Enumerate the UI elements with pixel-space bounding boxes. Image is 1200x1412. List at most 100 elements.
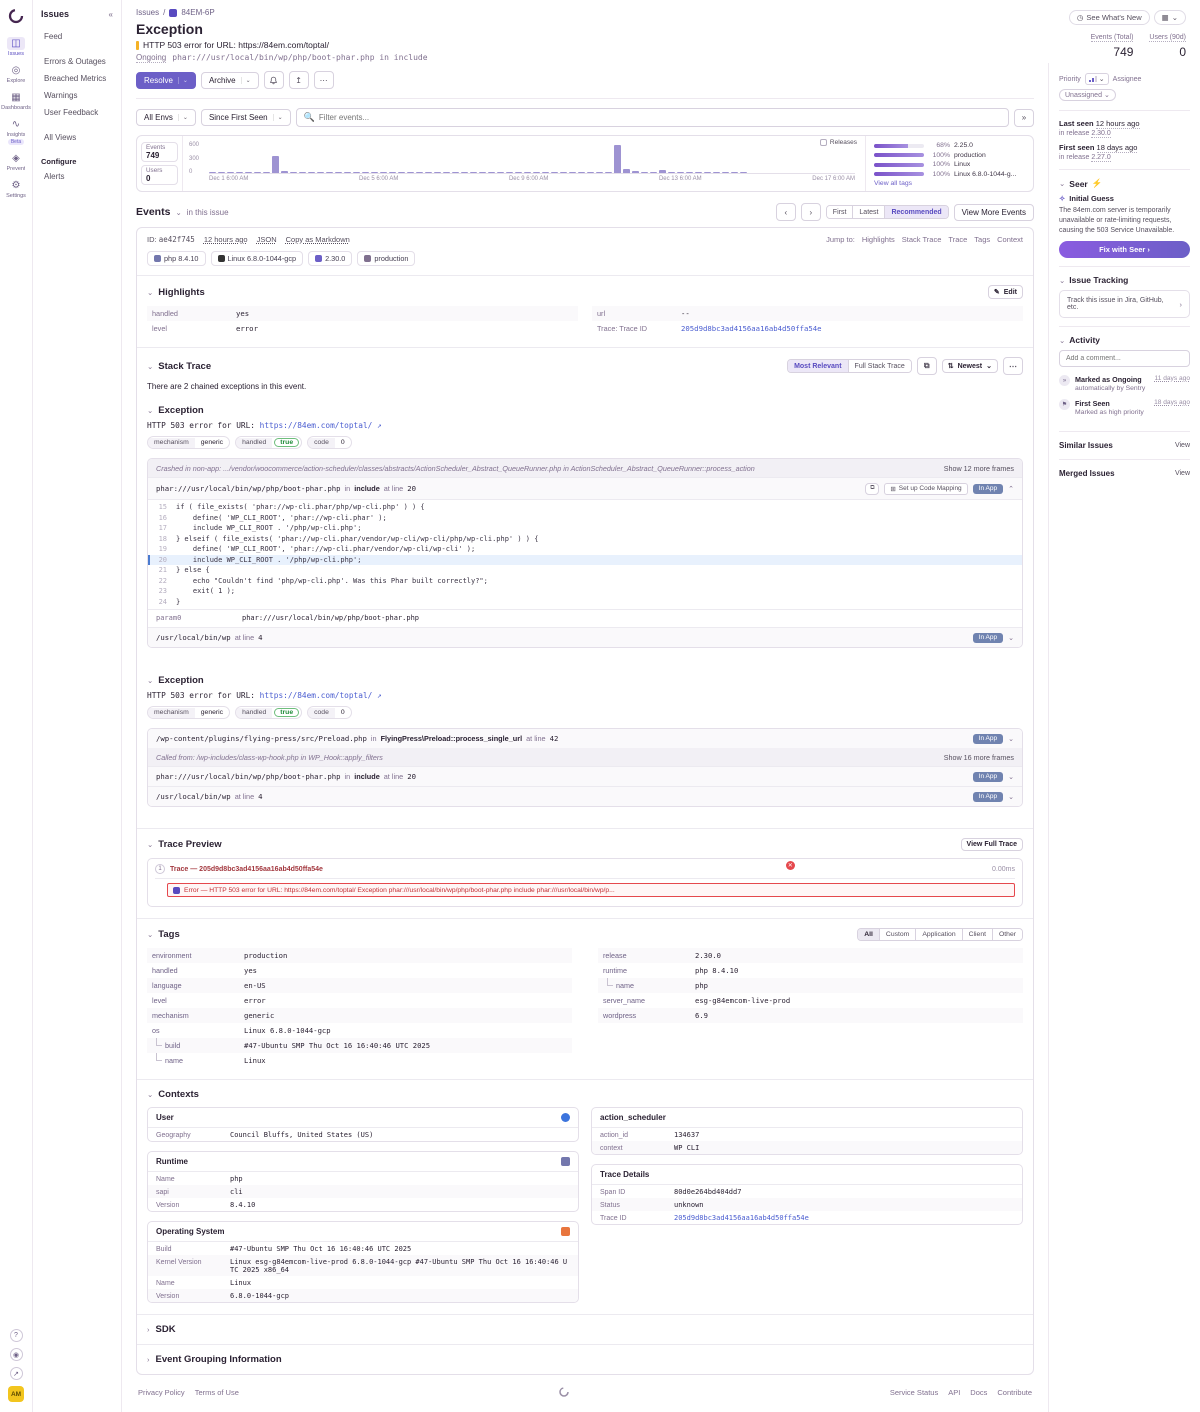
more-actions-button[interactable]: ⋯ xyxy=(314,71,334,89)
seer-header[interactable]: ⌄ Seer ⚡ xyxy=(1059,178,1190,189)
tag-row[interactable]: release2.30.0 xyxy=(598,948,1023,963)
chart-bar[interactable] xyxy=(308,172,315,173)
frame-row-boot-phar[interactable]: phar:///usr/local/bin/wp/php/boot-phar.p… xyxy=(148,766,1022,786)
chart-bar[interactable] xyxy=(641,172,648,173)
chart-bar[interactable] xyxy=(542,172,549,173)
chart-bar[interactable] xyxy=(677,172,684,173)
release-chip[interactable]: 2.30.0 xyxy=(308,251,352,266)
chart-bar[interactable] xyxy=(209,172,216,173)
sentry-logo[interactable] xyxy=(6,6,26,26)
expand-frame-icon[interactable]: ⌄ xyxy=(1008,634,1014,642)
tag-filter-client[interactable]: Client xyxy=(962,929,992,940)
crashed-nonapp-row[interactable]: Crashed in non-app: .../vendor/woocommer… xyxy=(148,459,1022,477)
fix-with-seer-button[interactable]: Fix with Seer › xyxy=(1059,241,1190,258)
breadcrumb-issue-id[interactable]: 84EM-6P xyxy=(181,8,214,17)
chart-bar[interactable] xyxy=(245,172,252,173)
chart-bar[interactable] xyxy=(407,172,414,173)
issue-status[interactable]: Ongoing xyxy=(136,53,166,63)
chart-bar[interactable] xyxy=(227,172,234,173)
resolve-dropdown-icon[interactable]: ⌄ xyxy=(178,77,188,84)
assignee-dropdown[interactable]: Unassigned ⌄ xyxy=(1059,89,1116,101)
release-link[interactable]: 2.30.0 xyxy=(695,951,721,960)
view-more-events-button[interactable]: View More Events xyxy=(954,204,1034,221)
jump-tags-link[interactable]: Tags xyxy=(974,235,990,244)
sort-newest-dropdown[interactable]: ⇅ Newest ⌄ xyxy=(942,359,998,373)
raw-stack-button[interactable]: ⧉ xyxy=(917,357,937,375)
events-total-label[interactable]: Events (Total) xyxy=(1091,34,1134,42)
chart-bar[interactable] xyxy=(569,172,576,173)
trace-id-link[interactable]: 205d9d8bc3ad4156aa16ab4d50ffa54e xyxy=(674,1214,809,1222)
chart-bar[interactable] xyxy=(263,172,270,173)
stack-options-button[interactable]: ⋯ xyxy=(1003,357,1023,375)
in-app-badge[interactable]: In App xyxy=(973,792,1003,802)
chart-bar[interactable] xyxy=(218,172,225,173)
tags-header[interactable]: ⌄ Tags All Custom Application Client Oth… xyxy=(137,919,1033,948)
tag-row[interactable]: wordpress6.9 xyxy=(598,1008,1023,1023)
docs-link[interactable]: Docs xyxy=(970,1388,987,1397)
releases-toggle[interactable]: Releases xyxy=(820,139,857,146)
chart-bar[interactable] xyxy=(668,172,675,173)
tag-summary-row[interactable]: 100% Linux xyxy=(874,161,1025,168)
tag-row[interactable]: build#47-Ubuntu SMP Thu Oct 16 16:40:46 … xyxy=(147,1038,572,1053)
last-release-link[interactable]: 2.30.0 xyxy=(1091,130,1110,138)
sidebar-item-alerts[interactable]: Alerts xyxy=(41,169,113,184)
help-icon[interactable]: ? xyxy=(10,1329,23,1342)
activity-header[interactable]: ⌄ Activity xyxy=(1059,335,1190,345)
collapse-frame-icon[interactable]: ⌃ xyxy=(1008,485,1014,493)
chart-bar[interactable] xyxy=(686,172,693,173)
exception-2-header[interactable]: ⌄ Exception xyxy=(147,675,1023,686)
collapse-sidebar-icon[interactable]: « xyxy=(109,10,113,19)
tag-row[interactable]: environmentproduction xyxy=(147,948,572,963)
chart-bar[interactable] xyxy=(434,172,441,173)
chart-events-stat[interactable]: Events 749 xyxy=(141,142,178,162)
view-full-trace-button[interactable]: View Full Trace xyxy=(961,838,1023,851)
trace-error-row[interactable]: Error — HTTP 503 error for URL: https://… xyxy=(167,883,1015,897)
first-seen-value[interactable]: 18 days ago xyxy=(1097,143,1138,153)
archive-dropdown-icon[interactable]: ⌄ xyxy=(241,77,251,84)
chart-bar[interactable] xyxy=(479,172,486,173)
chart-bar[interactable] xyxy=(605,172,612,173)
event-id-value[interactable]: ae42f745 xyxy=(159,235,195,244)
chart-bar[interactable] xyxy=(236,172,243,173)
chart-bar[interactable] xyxy=(272,156,279,173)
tag-row[interactable]: levelerror xyxy=(147,993,572,1008)
chart-bar[interactable] xyxy=(650,172,657,173)
chart-bar[interactable] xyxy=(497,172,504,173)
copy-icon[interactable]: ⧉ xyxy=(865,483,879,495)
recommended-event-tab[interactable]: Recommended xyxy=(884,206,947,218)
sidebar-item-breached-metrics[interactable]: Breached Metrics xyxy=(41,71,113,86)
expand-frame-icon[interactable]: ⌄ xyxy=(1008,773,1014,781)
issue-tracking-card[interactable]: Track this issue in Jira, GitHub, etc. › xyxy=(1059,290,1190,318)
tag-row[interactable]: languageen-US xyxy=(147,978,572,993)
exception-url-link[interactable]: https://84em.com/toptal/ xyxy=(260,691,373,700)
chart-bar[interactable] xyxy=(317,172,324,173)
event-grouping-header[interactable]: › Event Grouping Information xyxy=(137,1345,1033,1374)
tag-filter-all[interactable]: All xyxy=(858,929,879,940)
sidebar-item-warnings[interactable]: Warnings xyxy=(41,88,113,103)
tag-row[interactable]: mechanismgeneric xyxy=(147,1008,572,1023)
jump-context-link[interactable]: Context xyxy=(997,235,1023,244)
tag-filter-application[interactable]: Application xyxy=(915,929,961,940)
user-avatar[interactable]: AM xyxy=(8,1386,24,1402)
chart-bar[interactable] xyxy=(443,172,450,173)
rail-item-settings[interactable]: ⚙ Settings xyxy=(1,177,32,201)
chart-bar[interactable] xyxy=(488,172,495,173)
tag-row[interactable]: runtimephp 8.4.10 xyxy=(598,963,1023,978)
jump-highlights-link[interactable]: Highlights xyxy=(862,235,895,244)
next-event-button[interactable]: › xyxy=(801,203,821,221)
jump-stacktrace-link[interactable]: Stack Trace xyxy=(902,235,942,244)
tag-filter-custom[interactable]: Custom xyxy=(879,929,915,940)
chart-bar[interactable] xyxy=(515,172,522,173)
frame-row-wp-binary[interactable]: /usr/local/bin/wp at line 4 In App ⌄ xyxy=(148,627,1022,647)
full-stack-trace-tab[interactable]: Full Stack Trace xyxy=(848,360,911,372)
chart-bar[interactable] xyxy=(326,172,333,173)
chart-bar[interactable] xyxy=(533,172,540,173)
chart-bar[interactable] xyxy=(623,169,630,174)
contexts-header[interactable]: ⌄ Contexts xyxy=(137,1080,1033,1107)
exception-url-link[interactable]: https://84em.com/toptal/ xyxy=(260,421,373,430)
chart-bar[interactable] xyxy=(632,171,639,173)
show-more-frames-link[interactable]: Show 16 more frames xyxy=(944,753,1014,762)
chart-bar[interactable] xyxy=(362,172,369,173)
chart-bar[interactable] xyxy=(371,172,378,173)
event-bar-chart[interactable]: Releases 600 300 0 Dec 1 6:00 AM Dec 5 6… xyxy=(183,136,865,191)
